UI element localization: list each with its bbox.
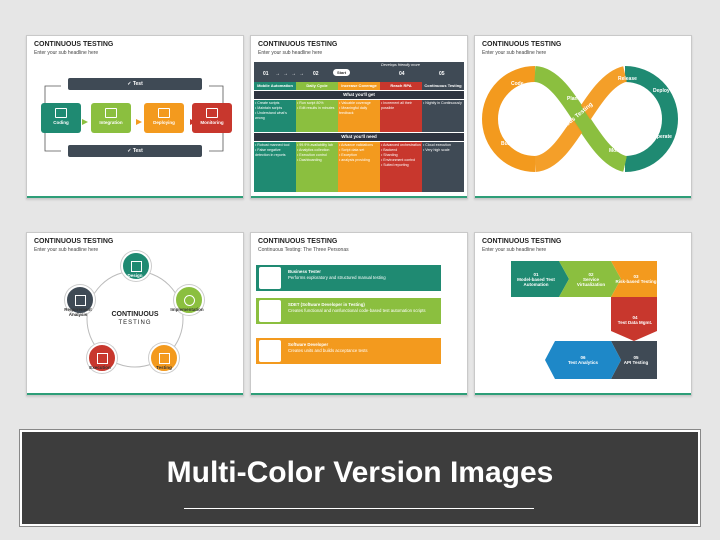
loop-label-plan: Plan [567, 96, 578, 102]
step-04: 04 [399, 71, 405, 77]
left-loop-orange [482, 66, 536, 172]
persona-1: Business Tester Performs exploratory and… [256, 265, 441, 291]
step-02: 02 Service Virtualization [569, 263, 613, 295]
stage-integration: Integration [91, 103, 131, 133]
stage-label: Integration [99, 120, 123, 125]
slide-1[interactable]: CONTINUOUS TESTING Enter your sub headli… [26, 35, 244, 199]
slide-subtitle: Enter your sub headline here [258, 50, 323, 56]
need-cell-3: • Advance validations • Script data set … [338, 142, 380, 192]
col-continuous-testing: Continuous Testing [422, 82, 464, 90]
step-start: Start [333, 69, 351, 76]
col-daily-cycle: Daily Cycle [296, 82, 338, 90]
cycle-center-line1: CONTINUOUS [111, 311, 159, 318]
developer-icon [259, 300, 281, 322]
analysis-icon [74, 295, 86, 306]
stage-monitoring: Monitoring [192, 103, 232, 133]
persona-2-text: SDET (Software Developer in Testing) Cre… [284, 299, 434, 323]
get-cell-2: • Run script 80% • Edit results in minut… [296, 100, 338, 132]
tester-icon [259, 267, 281, 289]
slide-4[interactable]: CONTINUOUS TESTING Enter your sub headli… [26, 232, 244, 396]
slide-title: CONTINUOUS TESTING [258, 41, 338, 48]
persona-desc: Creates functional and nonfunctional cod… [288, 308, 426, 313]
monitor-icon [105, 108, 117, 118]
slide-title: CONTINUOUS TESTING [258, 238, 338, 245]
stage-label: Deploying [153, 120, 175, 125]
step-06: 06 Test Analytics [555, 343, 611, 377]
persona-1-text: Business Tester Performs exploratory and… [284, 266, 434, 290]
step-01: 01 [263, 71, 269, 77]
stage-label: Coding [53, 120, 69, 125]
testing-icon [158, 353, 170, 364]
loop-label-build: Build [501, 141, 514, 147]
slide-subtitle: Continuous Testing: The Three Personas [258, 247, 349, 253]
step-label: Test Analytics [567, 360, 598, 365]
stage-deploying: Deploying [144, 103, 184, 133]
need-cell-2: • 99.9% availability lab • Analytics col… [296, 142, 338, 192]
execution-icon [96, 353, 108, 364]
need-cell-1: • Robust manned tool • False negative de… [254, 142, 296, 192]
loop-label-deploy: Deploy [653, 88, 670, 94]
banner-underline [184, 508, 534, 509]
slide-6[interactable]: CONTINUOUS TESTING Enter your sub headli… [474, 232, 692, 396]
step-label: Risk-based Testing [615, 279, 657, 284]
laptop-icon [158, 108, 170, 118]
get-cell-3: • Valuable coverage • Meaningful daily f… [338, 100, 380, 132]
loop-label-release: Release [618, 76, 637, 82]
step-01: 01 Model-based Test Automation [513, 263, 559, 295]
step-label: API Testing [623, 360, 649, 365]
get-cell-1: • Create scripts • Maintain scripts • Un… [254, 100, 296, 132]
gear-icon [183, 295, 195, 306]
slide-2[interactable]: CONTINUOUS TESTING Enter your sub headli… [250, 35, 468, 199]
screen-icon [206, 108, 218, 118]
persona-3: Software Developer Creates units and bui… [256, 338, 441, 364]
slide-5[interactable]: CONTINUOUS TESTING Continuous Testing: T… [250, 232, 468, 396]
loop-label-monitor: Monitor [609, 148, 628, 154]
multi-color-banner: Multi-Color Version Images [19, 429, 701, 527]
step-05: 05 [439, 71, 445, 77]
banner-title: Multi-Color Version Images [166, 456, 554, 489]
col-increase-coverage: Increase Coverage [338, 82, 380, 90]
section-what-you-get: What you'll get [254, 91, 464, 99]
step-label: Test Data Mgmt. [617, 320, 653, 325]
get-cell-5: • Nightly in Continuously [422, 100, 464, 132]
step-label: Service Virtualization [576, 276, 606, 287]
step-02: 02 [313, 71, 319, 77]
section-what-you-need: What you'll need [254, 133, 464, 141]
stage-coding: Coding [41, 103, 81, 133]
cycle-design-label: Design [127, 273, 143, 278]
step-03: 03 Risk-based Testing [615, 263, 657, 295]
infinity-loop [482, 66, 678, 172]
persona-2: SDET (Software Developer in Testing) Cre… [256, 298, 441, 324]
persona-3-text: Software Developer Creates units and bui… [284, 339, 434, 363]
step-04: 04 Test Data Mgmt. [613, 305, 657, 335]
stage-label: Monitoring [200, 120, 224, 125]
col-mobile-automation: Mobile Automation [254, 82, 296, 90]
cycle-center-line2: TESTING [118, 320, 152, 326]
banner-note: Develops friendly more [381, 63, 420, 67]
persona-desc: Performs exploratory and structured manu… [288, 275, 386, 280]
loop-label-code: Code [511, 81, 524, 87]
design-icon [130, 261, 142, 272]
step-05: 05 API Testing [615, 343, 657, 377]
col-reach-rpa: Reach RPA [380, 82, 422, 90]
cycle-implementation-label: Implementation [170, 307, 204, 312]
persona-desc: Creates units and builds acceptance test… [288, 348, 368, 353]
get-cell-4: • Increment all their possible [380, 100, 422, 132]
steps-arrows: →→→→ [275, 71, 307, 77]
cycle-testing-label: Testing [156, 365, 172, 370]
cycle-requirement-label: Requirement Analysis [64, 307, 92, 317]
need-cell-5: • Cloud execution • Very high scale [422, 142, 464, 192]
software-developer-icon [259, 340, 281, 362]
cycle-execution-label: Execution [89, 365, 111, 370]
coder-icon [55, 108, 67, 118]
loop-label-operate: Operate [653, 134, 672, 140]
need-cell-4: • Advanced orchestration • Backend • Sha… [380, 142, 422, 192]
step-label: Model-based Test Automation [517, 276, 555, 287]
slide-3[interactable]: CONTINUOUS TESTING Enter your sub headli… [474, 35, 692, 199]
